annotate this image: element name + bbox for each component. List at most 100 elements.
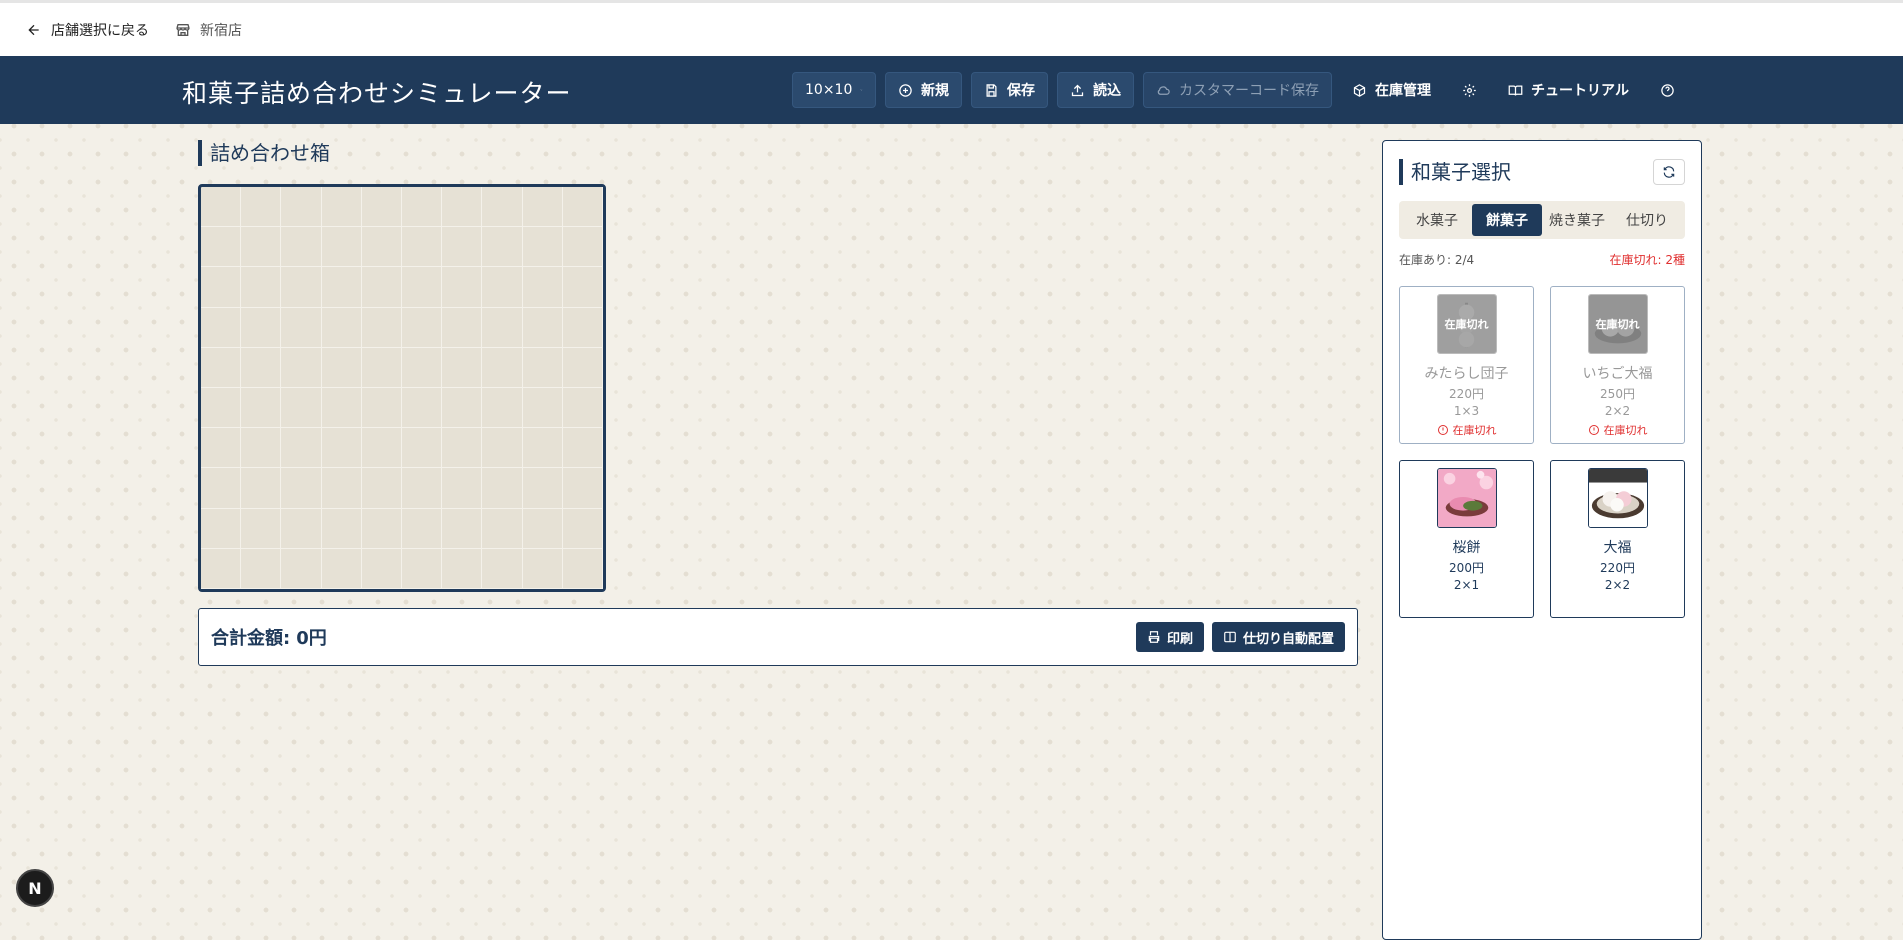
box-grid-cell[interactable]: [402, 307, 443, 348]
wagashi-card-mitarashi-dango[interactable]: 在庫切れ みたらし団子 220円 1×3 在庫切れ: [1399, 286, 1534, 444]
box-grid-cell[interactable]: [241, 388, 282, 429]
wagashi-card-daifuku[interactable]: 大福 220円 2×2: [1550, 460, 1685, 618]
box-grid-cell[interactable]: [361, 508, 402, 549]
wagashi-card-ichigo-daifuku[interactable]: 在庫切れ いちご大福 250円 2×2 在庫切れ: [1550, 286, 1685, 444]
box-grid-cell[interactable]: [402, 187, 443, 228]
inventory-button[interactable]: 在庫管理: [1341, 72, 1442, 108]
box-grid-cell[interactable]: [361, 428, 402, 469]
box-grid-cell[interactable]: [201, 347, 242, 388]
box-grid-cell[interactable]: [482, 428, 523, 469]
box-grid-cell[interactable]: [522, 428, 563, 469]
box-grid-cell[interactable]: [522, 187, 563, 228]
box-grid-cell[interactable]: [241, 428, 282, 469]
back-to-store-select-link[interactable]: 店舗選択に戻る: [26, 20, 149, 40]
box-grid-cell[interactable]: [241, 227, 282, 268]
box-grid-cell[interactable]: [321, 307, 362, 348]
box-grid-cell[interactable]: [402, 227, 443, 268]
box-grid-cell[interactable]: [402, 388, 443, 429]
box-grid-cell[interactable]: [321, 388, 362, 429]
box-grid-cell[interactable]: [562, 307, 603, 348]
box-grid-cell[interactable]: [241, 307, 282, 348]
box-grid-cell[interactable]: [442, 267, 483, 308]
box-grid-cell[interactable]: [522, 508, 563, 549]
settings-button[interactable]: [1451, 72, 1488, 108]
dev-tools-badge[interactable]: N: [16, 869, 54, 907]
box-grid-cell[interactable]: [442, 468, 483, 509]
box-grid-cell[interactable]: [482, 187, 523, 228]
box-grid-cell[interactable]: [201, 508, 242, 549]
load-button[interactable]: 読込: [1057, 72, 1134, 108]
tutorial-button[interactable]: チュートリアル: [1497, 72, 1640, 108]
box-grid-cell[interactable]: [522, 307, 563, 348]
box-grid-cell[interactable]: [562, 548, 603, 589]
box-grid-cell[interactable]: [201, 187, 242, 228]
assortment-box-grid[interactable]: [198, 184, 606, 592]
box-grid-cell[interactable]: [281, 548, 322, 589]
box-grid-cell[interactable]: [361, 227, 402, 268]
box-grid-cell[interactable]: [361, 307, 402, 348]
box-grid-cell[interactable]: [522, 227, 563, 268]
box-grid-cell[interactable]: [522, 347, 563, 388]
box-grid-cell[interactable]: [402, 267, 443, 308]
box-grid-cell[interactable]: [361, 388, 402, 429]
box-grid-cell[interactable]: [482, 267, 523, 308]
box-grid-cell[interactable]: [281, 508, 322, 549]
grid-size-select[interactable]: 10×10: [792, 72, 876, 108]
box-grid-cell[interactable]: [321, 227, 362, 268]
box-grid-cell[interactable]: [522, 468, 563, 509]
box-grid-cell[interactable]: [281, 388, 322, 429]
box-grid-cell[interactable]: [482, 508, 523, 549]
box-grid-cell[interactable]: [482, 388, 523, 429]
box-grid-cell[interactable]: [241, 468, 282, 509]
box-grid-cell[interactable]: [522, 267, 563, 308]
box-grid-cell[interactable]: [201, 267, 242, 308]
box-grid-cell[interactable]: [562, 347, 603, 388]
box-grid-cell[interactable]: [442, 388, 483, 429]
box-grid-cell[interactable]: [522, 548, 563, 589]
box-grid-cell[interactable]: [281, 347, 322, 388]
box-grid-cell[interactable]: [562, 428, 603, 469]
box-grid-cell[interactable]: [321, 267, 362, 308]
box-grid-cell[interactable]: [361, 347, 402, 388]
box-grid-cell[interactable]: [402, 347, 443, 388]
box-grid-cell[interactable]: [321, 187, 362, 228]
box-grid-cell[interactable]: [281, 307, 322, 348]
box-grid-cell[interactable]: [241, 267, 282, 308]
box-grid-cell[interactable]: [402, 548, 443, 589]
new-button[interactable]: 新規: [885, 72, 962, 108]
box-grid-cell[interactable]: [442, 307, 483, 348]
box-grid-cell[interactable]: [361, 187, 402, 228]
auto-partition-button[interactable]: 仕切り自動配置: [1211, 622, 1345, 652]
box-grid-cell[interactable]: [361, 468, 402, 509]
tab-yakigashi[interactable]: 焼き菓子: [1542, 204, 1612, 236]
box-grid-cell[interactable]: [442, 347, 483, 388]
box-grid-cell[interactable]: [482, 548, 523, 589]
box-grid-cell[interactable]: [281, 267, 322, 308]
box-grid-cell[interactable]: [281, 227, 322, 268]
box-grid-cell[interactable]: [281, 428, 322, 469]
box-grid-cell[interactable]: [201, 307, 242, 348]
box-grid-cell[interactable]: [402, 428, 443, 469]
help-button[interactable]: [1649, 72, 1686, 108]
box-grid-cell[interactable]: [201, 548, 242, 589]
box-grid-cell[interactable]: [361, 548, 402, 589]
tab-mochigashi[interactable]: 餅菓子: [1472, 204, 1542, 236]
box-grid-cell[interactable]: [241, 347, 282, 388]
tab-partition[interactable]: 仕切り: [1612, 204, 1682, 236]
box-grid-cell[interactable]: [321, 428, 362, 469]
box-grid-cell[interactable]: [482, 468, 523, 509]
wagashi-card-sakuramochi[interactable]: 桜餅 200円 2×1: [1399, 460, 1534, 618]
box-grid-cell[interactable]: [482, 227, 523, 268]
box-grid-cell[interactable]: [402, 508, 443, 549]
box-grid-cell[interactable]: [402, 468, 443, 509]
box-grid-cell[interactable]: [442, 548, 483, 589]
tab-mizugashi[interactable]: 水菓子: [1402, 204, 1472, 236]
box-grid-cell[interactable]: [201, 388, 242, 429]
box-grid-cell[interactable]: [442, 227, 483, 268]
box-grid-cell[interactable]: [321, 468, 362, 509]
box-grid-cell[interactable]: [201, 227, 242, 268]
box-grid-cell[interactable]: [241, 548, 282, 589]
print-button[interactable]: 印刷: [1135, 622, 1204, 652]
box-grid-cell[interactable]: [201, 428, 242, 469]
box-grid-cell[interactable]: [562, 227, 603, 268]
